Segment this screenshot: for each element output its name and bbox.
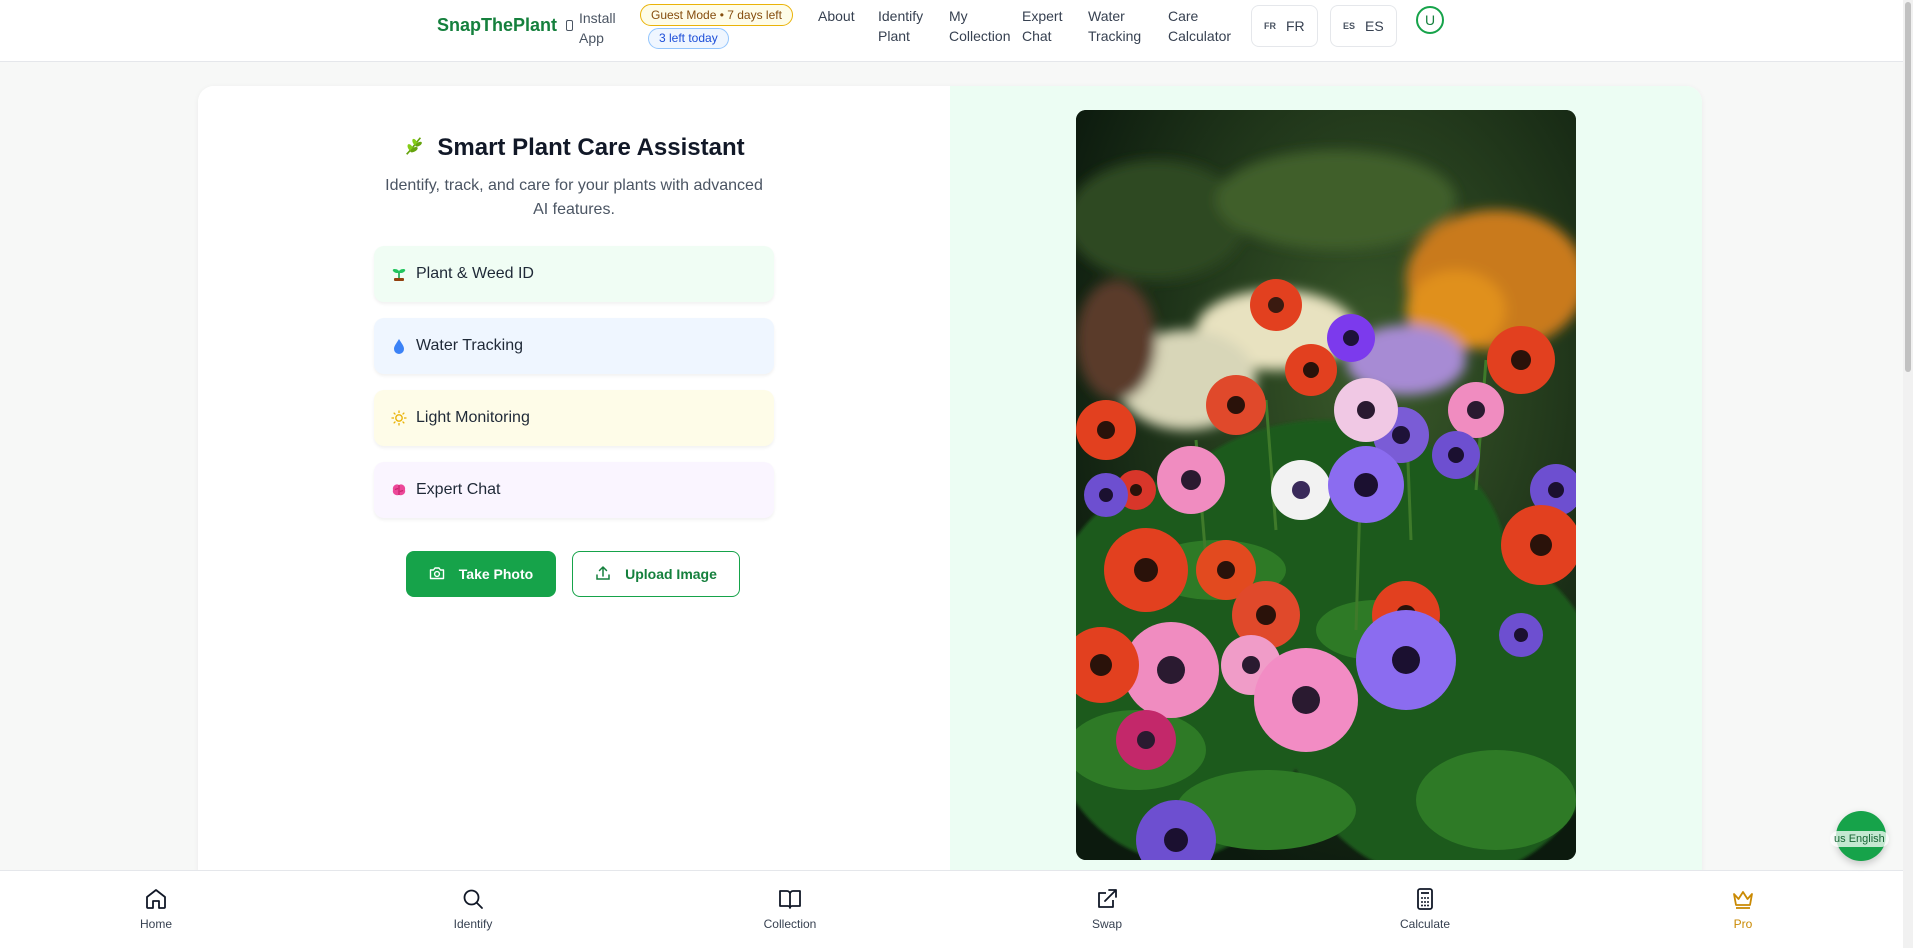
top-navigation-bar: SnapThePlant Install App Guest Mode • 7 … bbox=[0, 0, 1903, 62]
take-photo-label: Take Photo bbox=[458, 566, 534, 582]
nav-care-calculator[interactable]: Care Calculator bbox=[1168, 6, 1232, 46]
hero-content: Smart Plant Care Assistant Identify, tra… bbox=[198, 86, 950, 886]
feature-label: Water Tracking bbox=[416, 337, 523, 354]
droplet-icon bbox=[390, 337, 408, 355]
feature-light-monitoring[interactable]: Light Monitoring bbox=[374, 390, 774, 446]
upload-icon bbox=[595, 565, 611, 584]
calculator-icon bbox=[1417, 888, 1433, 910]
bottom-nav-label: Swap bbox=[1091, 917, 1123, 931]
bottom-nav-identify[interactable]: Identify bbox=[433, 887, 513, 931]
bottom-nav-label: Calculate bbox=[1399, 917, 1451, 931]
nav-water-tracking[interactable]: Water Tracking bbox=[1088, 6, 1144, 46]
nav-about[interactable]: About bbox=[818, 6, 858, 26]
feature-water-tracking[interactable]: Water Tracking bbox=[374, 318, 774, 374]
remaining-uses-badge: 3 left today bbox=[648, 28, 729, 49]
bottom-nav-label: Pro bbox=[1733, 917, 1753, 931]
language-french-button[interactable]: FR FR bbox=[1251, 5, 1318, 47]
take-photo-button[interactable]: Take Photo bbox=[406, 551, 556, 597]
herb-icon bbox=[403, 135, 425, 162]
home-icon bbox=[146, 889, 166, 909]
floating-language-text: English bbox=[1848, 833, 1885, 845]
crown-icon bbox=[1733, 891, 1753, 909]
upload-image-label: Upload Image bbox=[625, 566, 717, 582]
brain-icon bbox=[390, 481, 408, 499]
feature-plant-weed-id[interactable]: Plant & Weed ID bbox=[374, 246, 774, 302]
nav-identify-plant[interactable]: Identify Plant bbox=[878, 6, 928, 46]
feature-expert-chat[interactable]: Expert Chat bbox=[374, 462, 774, 518]
language-spanish-label: ES bbox=[1365, 18, 1384, 34]
scrollbar-thumb[interactable] bbox=[1905, 2, 1911, 372]
feature-label: Plant & Weed ID bbox=[416, 265, 534, 282]
sun-icon bbox=[390, 409, 408, 427]
phone-icon bbox=[566, 20, 573, 31]
us-flag-icon: us bbox=[1834, 833, 1846, 845]
flower-garden-photo bbox=[1076, 110, 1576, 860]
install-app-button[interactable]: Install App bbox=[566, 8, 619, 48]
page-subtitle: Identify, track, and care for your plant… bbox=[385, 177, 763, 218]
upload-image-button[interactable]: Upload Image bbox=[572, 551, 740, 597]
bottom-nav-home[interactable]: Home bbox=[116, 887, 196, 931]
camera-icon bbox=[429, 566, 445, 583]
user-avatar[interactable]: U bbox=[1416, 6, 1444, 34]
external-link-icon bbox=[1098, 889, 1117, 908]
bottom-nav-calculate[interactable]: Calculate bbox=[1385, 887, 1465, 931]
hero-title-row: Smart Plant Care Assistant bbox=[198, 134, 950, 162]
spanish-flag-icon: ES bbox=[1343, 21, 1356, 31]
floating-language-label[interactable]: us English bbox=[1830, 831, 1889, 847]
bottom-nav-label: Collection bbox=[763, 917, 817, 931]
language-spanish-button[interactable]: ES ES bbox=[1330, 5, 1397, 47]
brand-logo[interactable]: SnapThePlant bbox=[437, 15, 557, 36]
bottom-nav-label: Identify bbox=[453, 917, 493, 931]
bottom-nav-label: Home bbox=[139, 917, 172, 931]
bottom-nav-collection[interactable]: Collection bbox=[750, 887, 830, 931]
book-icon bbox=[779, 890, 801, 909]
nav-my-collection[interactable]: My Collection bbox=[949, 6, 1010, 46]
bottom-nav-swap[interactable]: Swap bbox=[1067, 887, 1147, 931]
hero-card: Smart Plant Care Assistant Identify, tra… bbox=[198, 86, 1702, 886]
seedling-icon bbox=[390, 265, 408, 283]
nav-expert-chat[interactable]: Expert Chat bbox=[1022, 6, 1066, 46]
page-scrollbar[interactable] bbox=[1903, 0, 1913, 948]
guest-mode-badge: Guest Mode • 7 days left bbox=[640, 4, 793, 26]
page-title: Smart Plant Care Assistant bbox=[437, 134, 745, 161]
search-icon bbox=[463, 889, 483, 909]
language-french-label: FR bbox=[1286, 18, 1305, 34]
hero-image-panel bbox=[950, 86, 1702, 886]
bottom-nav-pro[interactable]: Pro bbox=[1703, 887, 1783, 931]
install-app-label: Install App bbox=[579, 10, 616, 46]
feature-label: Light Monitoring bbox=[416, 409, 530, 426]
bottom-navigation: Home Identify Collection Swap Calculate bbox=[0, 870, 1903, 948]
french-flag-icon: FR bbox=[1264, 21, 1276, 31]
feature-label: Expert Chat bbox=[416, 481, 501, 498]
